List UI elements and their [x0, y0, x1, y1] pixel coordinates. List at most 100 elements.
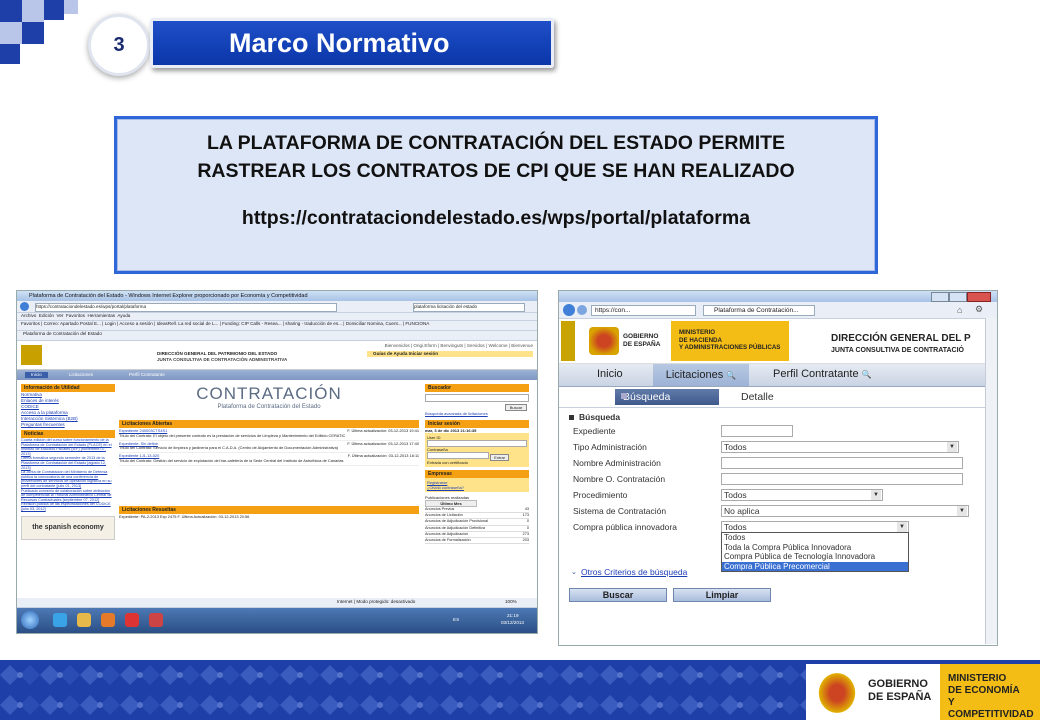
dropdown-option[interactable]: Toda la Compra Pública Innovadora: [722, 543, 908, 553]
taskbar-app-icon[interactable]: [149, 613, 163, 627]
platform-url[interactable]: https://contrataciondelestado.es/wps/por…: [117, 207, 875, 230]
zoom-level[interactable]: 100%: [505, 599, 517, 605]
taskbar-app-icon[interactable]: [125, 613, 139, 627]
news-item[interactable]: Oferta formativa segundo semestre de 201…: [21, 456, 115, 470]
fav-item[interactable]: Domiciliar Nomina, Cuent...: [346, 321, 402, 326]
tender-desc: Título del Contrato: Gestión del servici…: [119, 457, 344, 463]
nav-perfil[interactable]: Perfil Contratante: [129, 372, 165, 378]
login-button[interactable]: Entrar: [490, 454, 510, 461]
cert-login[interactable]: Entrada con certificado: [427, 460, 527, 465]
advanced-search-link[interactable]: Búsqueda avanzada de licitaciones: [425, 411, 529, 417]
resolved-item[interactable]: Expediente: PA-2-2013 Exp 2475 F. Última…: [119, 514, 419, 519]
footer-ministry-3: Y COMPETITIVIDAD: [948, 697, 1034, 720]
fav-item[interactable]: sharing - traducción de es...: [285, 321, 342, 326]
start-icon[interactable]: [21, 611, 39, 629]
tender-item[interactable]: Expediente 1J1-13-020 F. Última actualiz…: [119, 453, 419, 466]
stats-header[interactable]: Último Mes: [425, 500, 477, 507]
user-input[interactable]: [427, 440, 527, 447]
search-button[interactable]: Buscar: [569, 588, 667, 602]
right-column: Buscador Buscar Búsqueda avanzada de lic…: [425, 384, 529, 545]
dropdown-option-selected[interactable]: Compra Pública Precomercial: [722, 561, 908, 571]
search-button[interactable]: Buscar: [505, 404, 527, 411]
open-tenders-title: Licitaciones Abiertas: [119, 420, 419, 428]
procedimiento-select-value: Todos: [724, 490, 747, 500]
fav-favoritos[interactable]: Favoritos: [21, 321, 40, 326]
header-top-links[interactable]: Bienvenidos | Origi.Eform | Benvinguts |…: [353, 343, 533, 349]
fav-item[interactable]: FUNCIONA: [405, 321, 429, 326]
clear-button[interactable]: Limpiar: [673, 588, 771, 602]
sidebar-link[interactable]: Preguntas frecuentes: [21, 422, 115, 428]
nav-inicio[interactable]: Inicio: [597, 368, 623, 380]
browser-tab[interactable]: Plataforma de Contratación...: [703, 305, 815, 316]
fav-item[interactable]: IdeasRell. La red social de L...: [157, 321, 219, 326]
news-item[interactable]: Revisión pública de las especificaciones…: [21, 502, 115, 511]
maximize-button[interactable]: [949, 292, 967, 302]
ministry-line-1: MINISTERIO: [679, 329, 716, 336]
header-sub: JUNTA CONSULTIVA DE CONTRATACIÓ: [831, 347, 964, 354]
other-criteria-link[interactable]: Otros Criterios de búsqueda: [581, 567, 687, 577]
tab-busqueda-label: Búsqueda: [623, 391, 671, 403]
fav-item[interactable]: Login: [105, 321, 116, 326]
procedimiento-select[interactable]: Todos ▼: [721, 489, 883, 501]
chevron-down-icon: ▼: [957, 506, 967, 516]
taskbar-ie-icon[interactable]: [53, 613, 67, 627]
taskbar-app-icon[interactable]: [101, 613, 115, 627]
scrollbar[interactable]: [985, 318, 997, 644]
browser-tab[interactable]: Plataforma de Contratación del Estado: [23, 331, 102, 336]
ministry-block: MINISTERIO DE HACIENDA Y ADMINISTRACIONE…: [671, 321, 789, 361]
info-line-1: LA PLATAFORMA DE CONTRATACIÓN DEL ESTADO…: [206, 132, 786, 154]
tender-desc: Título del Contrato: El objeto del prese…: [119, 432, 346, 438]
nombre-admin-input[interactable]: [721, 457, 963, 469]
nav-inicio[interactable]: Inicio: [25, 372, 48, 378]
menu-ayuda[interactable]: Ayuda: [117, 313, 130, 318]
header-help-login[interactable]: Guías de Ayuda Iniciar sesión: [367, 351, 533, 357]
section-icon: [569, 415, 574, 420]
menu-ver[interactable]: Ver: [57, 313, 64, 318]
nav-perfil[interactable]: Perfil Contratante 🔍: [773, 368, 872, 380]
back-icon[interactable]: [563, 304, 575, 316]
menu-archivo[interactable]: Archivo: [21, 313, 36, 318]
login-title: Iniciar sesión: [425, 420, 529, 428]
password-input[interactable]: [427, 452, 489, 459]
fav-item[interactable]: Acceso a sesión: [119, 321, 152, 326]
slide-title: Marco Normativo: [150, 18, 554, 68]
menu-favoritos[interactable]: Favoritos: [66, 313, 85, 318]
fav-item[interactable]: Correo: Apartado Postal E...: [44, 321, 101, 326]
tab-busqueda[interactable]: Búsqueda: [615, 389, 719, 405]
tab-detalle[interactable]: Detalle: [741, 391, 774, 403]
taskbar-lang[interactable]: ES: [453, 617, 459, 623]
tender-update: F. Última actualización: 03-12-2013 19:4…: [347, 428, 419, 433]
gear-icon[interactable]: ⚙: [975, 304, 983, 315]
taskbar-explorer-icon[interactable]: [77, 613, 91, 627]
fav-item[interactable]: Funding: CIP Calls - Resea...: [222, 321, 281, 326]
nav-licitaciones[interactable]: Licitaciones 🔍: [653, 364, 749, 386]
news-item[interactable]: La Junta de Contratación del Ministerio …: [21, 470, 115, 488]
news-item[interactable]: Publicado convenio de colaboración sobre…: [21, 489, 115, 503]
tipo-select[interactable]: Todos ▼: [721, 441, 959, 453]
menu-edicion[interactable]: Edición: [39, 313, 54, 318]
home-icon[interactable]: ⌂: [957, 305, 962, 315]
close-button[interactable]: [967, 292, 991, 302]
news-item[interactable]: Cuarta edición del curso sobre funcionam…: [21, 438, 115, 456]
expediente-input[interactable]: [721, 425, 793, 437]
forgot-password-link[interactable]: ¿Olvidó contraseña?: [427, 485, 527, 490]
dropdown-option[interactable]: Compra Pública de Tecnología Innovadora: [722, 552, 908, 562]
search-input[interactable]: [425, 394, 529, 402]
minimize-button[interactable]: [931, 292, 949, 302]
sistema-select[interactable]: No aplica ▼: [721, 505, 969, 517]
tender-item[interactable]: Expediente 240003CTS4S1 F. Última actual…: [119, 428, 419, 441]
search-field[interactable]: plataforma licitación del estado: [413, 303, 525, 312]
back-icon[interactable]: [20, 302, 29, 311]
address-bar[interactable]: https://con...: [591, 305, 696, 316]
sidebar-info-title: Información de Utilidad: [21, 384, 115, 392]
nav-licitaciones[interactable]: Licitaciones: [69, 372, 93, 378]
contratacion-logo: CONTRATACIÓN Plataforma de Contratación …: [119, 384, 419, 420]
sistema-select-value: No aplica: [724, 506, 760, 516]
nombre-organo-input[interactable]: [721, 473, 963, 485]
dropdown-option[interactable]: Todos: [722, 533, 908, 543]
forward-icon[interactable]: [577, 305, 587, 315]
tender-item[interactable]: Expediente: Sin definir F. Última actual…: [119, 441, 419, 454]
menu-herramientas[interactable]: Herramientas: [87, 313, 115, 318]
address-bar[interactable]: https://contrataciondelestado.es/wps/por…: [35, 303, 337, 312]
nav-licitaciones-label: Licitaciones: [665, 369, 724, 381]
